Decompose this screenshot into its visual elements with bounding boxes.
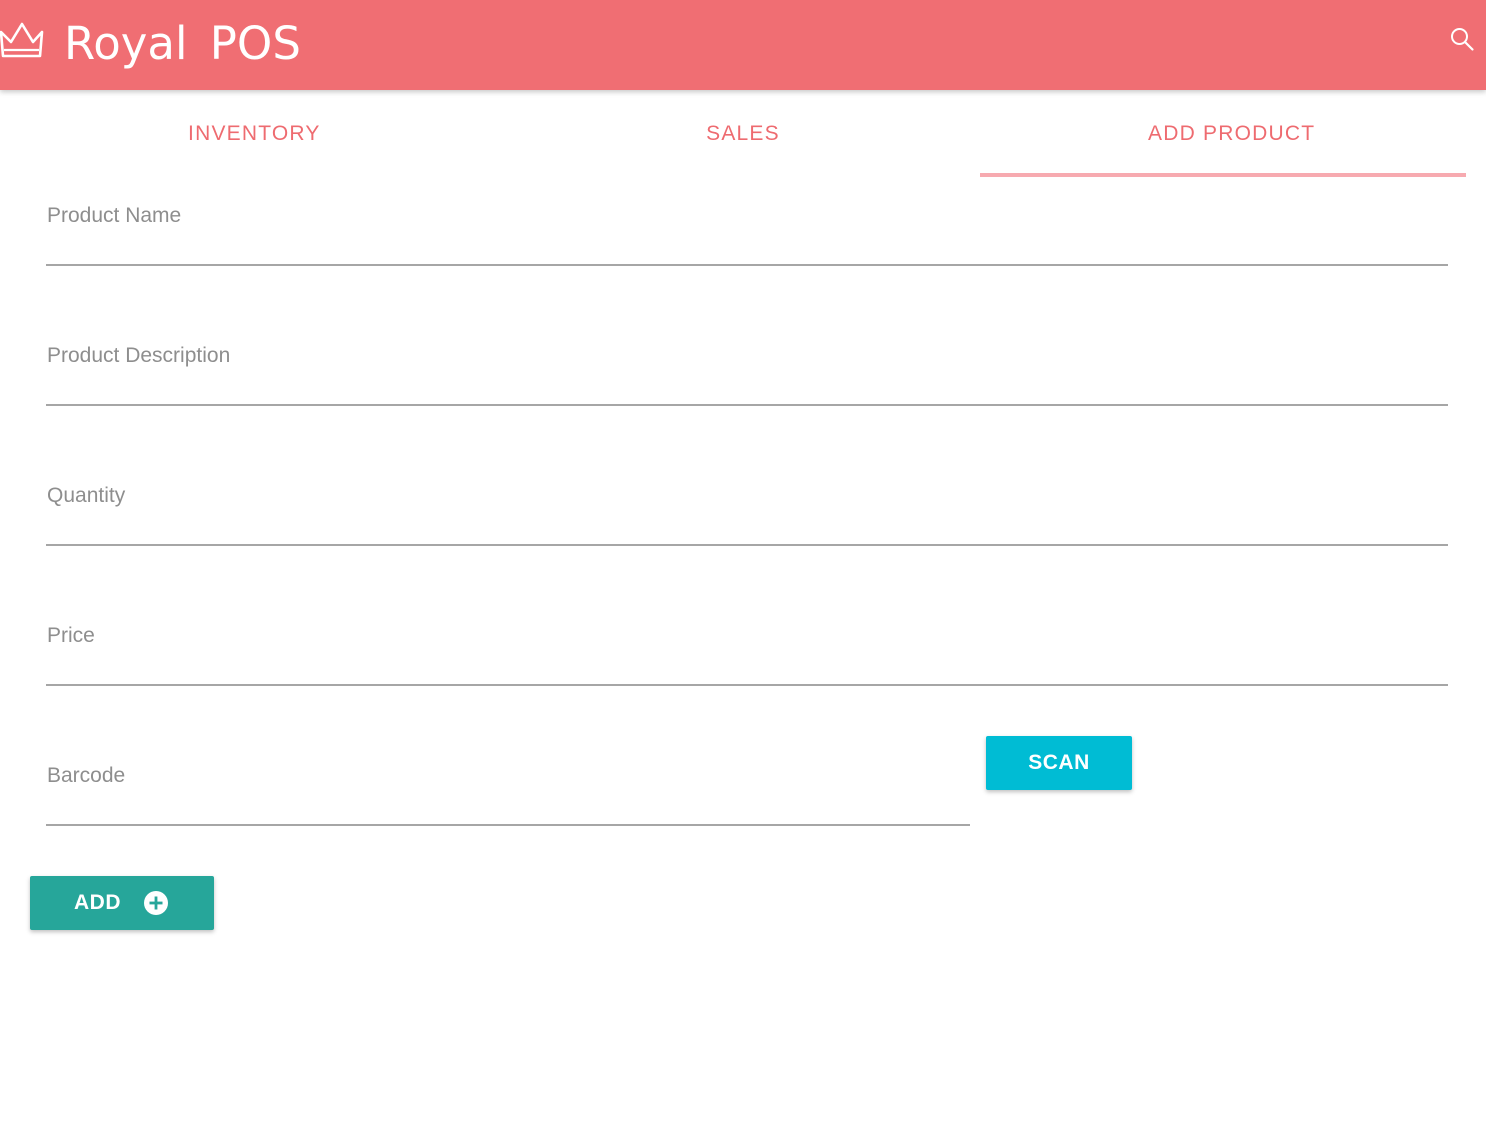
product-description-field[interactable]: Product Description — [46, 336, 1448, 406]
plus-circle-icon — [144, 891, 168, 915]
tab-inventory[interactable]: INVENTORY — [10, 90, 499, 178]
product-name-underline — [46, 264, 1448, 266]
app-root: Royal POS INVENTORY SALES ADD PRODUCT Pr… — [0, 0, 1486, 1146]
tab-sales[interactable]: SALES — [499, 90, 988, 178]
barcode-field[interactable]: Barcode — [46, 756, 970, 826]
price-placeholder: Price — [47, 624, 95, 647]
crown-icon — [0, 22, 44, 58]
app-title: Royal POS — [64, 17, 301, 70]
scan-button[interactable]: SCAN — [986, 736, 1132, 790]
add-button-label: ADD — [74, 891, 121, 914]
quantity-underline — [46, 544, 1448, 546]
quantity-field[interactable]: Quantity — [46, 476, 1448, 546]
active-tab-indicator — [980, 173, 1466, 177]
price-underline — [46, 684, 1448, 686]
quantity-placeholder: Quantity — [47, 484, 126, 507]
product-name-placeholder: Product Name — [47, 204, 182, 227]
tab-add-product[interactable]: ADD PRODUCT — [987, 90, 1476, 178]
product-description-placeholder: Product Description — [47, 344, 231, 367]
product-description-underline — [46, 404, 1448, 406]
app-header: Royal POS — [0, 0, 1486, 90]
price-field[interactable]: Price — [46, 616, 1448, 686]
barcode-placeholder: Barcode — [47, 764, 126, 787]
tab-bar: INVENTORY SALES ADD PRODUCT — [10, 90, 1476, 178]
add-button[interactable]: ADD — [30, 876, 214, 930]
search-icon[interactable] — [1449, 26, 1475, 52]
barcode-underline — [46, 824, 970, 826]
product-name-field[interactable]: Product Name — [46, 196, 1448, 266]
